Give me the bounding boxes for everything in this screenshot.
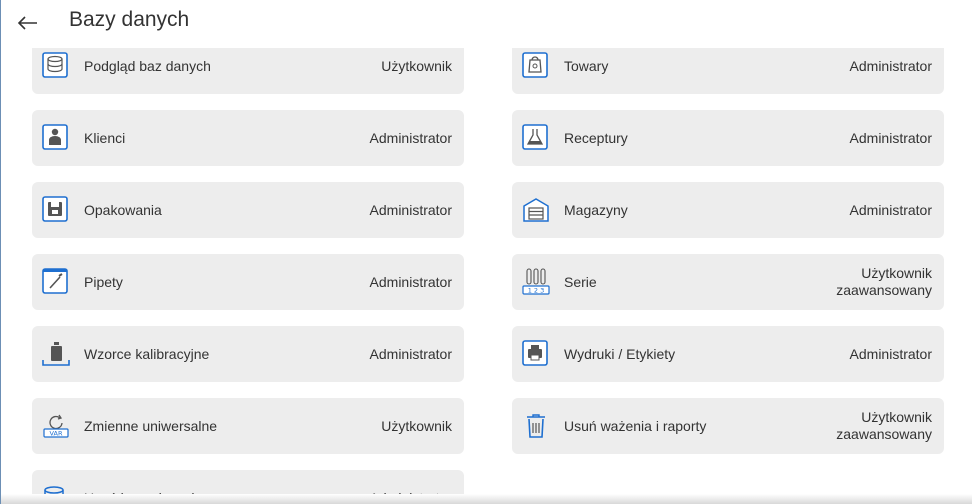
tile-access-level: Użytkownik zaawansowany — [836, 265, 932, 298]
printer-icon — [522, 338, 550, 368]
tile-opakowania[interactable]: Opakowania Administrator — [32, 182, 464, 238]
tile-access-level: Administrator — [849, 201, 932, 218]
page-title: Bazy danych — [69, 8, 190, 31]
tile-label: Serie — [564, 274, 597, 290]
warehouse-icon — [522, 194, 550, 224]
tile-access-level: Administrator — [369, 129, 452, 146]
product-bag-icon — [522, 50, 550, 80]
tile-wydruki-etykiety[interactable]: Wydruki / Etykiety Administrator — [512, 326, 944, 382]
tile-label: Klienci — [84, 130, 126, 146]
calibration-weight-icon — [42, 338, 70, 368]
tile-access-level: Administrator — [369, 273, 452, 290]
tile-access-level: Administrator — [849, 129, 932, 146]
tile-label: Wydruki / Etykiety — [564, 346, 676, 362]
tile-access-level: Użytkownik — [381, 417, 452, 434]
tile-zmienne-uniwersalne[interactable]: VAR Zmienne uniwersalne Użytkownik — [32, 398, 464, 454]
svg-text:1 2 3: 1 2 3 — [528, 287, 545, 295]
flask-icon — [522, 122, 550, 152]
tile-receptury[interactable]: Receptury Administrator — [512, 110, 944, 166]
tile-label: Zmienne uniwersalne — [84, 418, 218, 434]
trash-icon — [522, 410, 550, 440]
tile-serie[interactable]: 1 2 3 Serie Użytkownik zaawansowany — [512, 254, 944, 310]
tile-access-level: Użytkownik zaawansowany — [836, 409, 932, 442]
tile-magazyny[interactable]: Magazyny Administrator — [512, 182, 944, 238]
package-icon — [42, 194, 70, 224]
arrow-left-icon — [17, 16, 37, 30]
tile-klienci[interactable]: Klienci Administrator — [32, 110, 464, 166]
tile-label: Wzorce kalibracyjne — [84, 346, 210, 362]
tile-usun-wazenia-i-raporty[interactable]: Usuń ważenia i raporty Użytkownik zaawan… — [512, 398, 944, 454]
tile-wzorce-kalibracyjne[interactable]: Wzorce kalibracyjne Administrator — [32, 326, 464, 382]
tile-access-level: Administrator — [369, 345, 452, 362]
tile-label: Usuń ważenia i raporty — [564, 418, 707, 434]
svg-text:VAR: VAR — [50, 430, 63, 438]
series-tubes-icon: 1 2 3 — [522, 266, 550, 296]
database-screen: Podgląd baz danych Użytkownik Klienci Ad… — [0, 0, 972, 504]
database-icon — [42, 50, 70, 80]
tile-label: Receptury — [564, 130, 628, 146]
tile-access-level: Administrator — [849, 345, 932, 362]
tile-access-level: Administrator — [369, 201, 452, 218]
person-icon — [42, 122, 70, 152]
tile-label: Magazyny — [564, 202, 628, 218]
tile-label: Pipety — [84, 274, 123, 290]
pipette-icon — [42, 266, 70, 296]
universal-variables-icon: VAR — [42, 410, 70, 440]
bottom-scroll-shadow — [1, 494, 972, 504]
header-bar: Bazy danych — [1, 0, 972, 48]
tile-label: Opakowania — [84, 202, 162, 218]
back-button[interactable] — [15, 8, 45, 38]
tile-pipety[interactable]: Pipety Administrator — [32, 254, 464, 310]
